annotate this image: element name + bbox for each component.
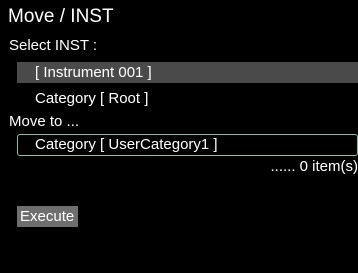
- source-category-label: Category [ Root ]: [35, 90, 149, 107]
- instrument-selector[interactable]: [ Instrument 001 ]: [17, 62, 358, 83]
- move-to-label: Move to ...: [9, 113, 80, 130]
- move-inst-screen: Move / INST Select INST : [ Instrument 0…: [0, 0, 358, 273]
- execute-button[interactable]: Execute: [17, 206, 79, 227]
- page-title: Move / INST: [8, 6, 114, 27]
- item-count: ...... 0 item(s): [270, 158, 358, 175]
- destination-category-selector[interactable]: Category [ UserCategory1 ]: [17, 134, 358, 156]
- instrument-name: [ Instrument 001 ]: [35, 64, 152, 81]
- destination-category-name: Category [ UserCategory1 ]: [35, 136, 218, 153]
- select-inst-label: Select INST :: [9, 37, 98, 54]
